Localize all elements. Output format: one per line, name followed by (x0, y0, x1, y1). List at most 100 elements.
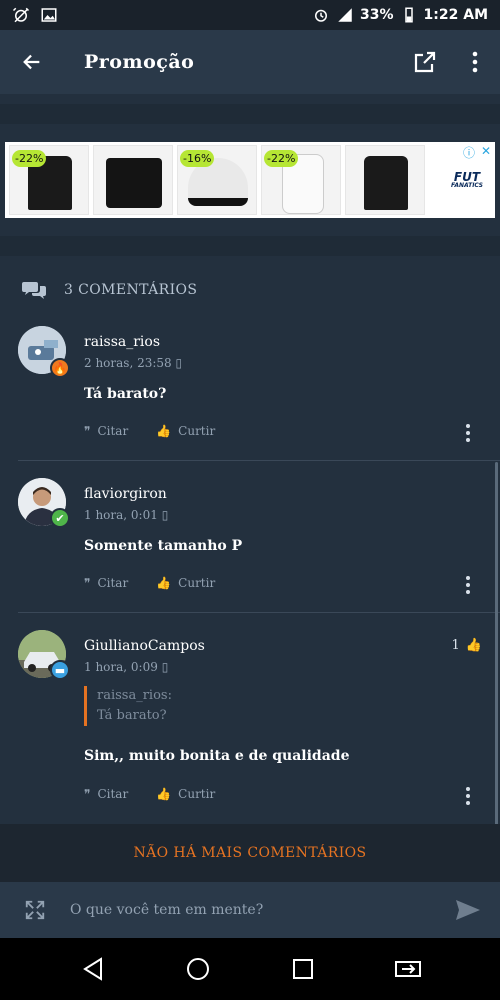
comment-text: Somente tamanho P (84, 538, 243, 554)
quote-icon: ❞ (84, 787, 91, 801)
nav-recents-button[interactable] (273, 939, 333, 999)
ad-logo-sub: FANATICS (451, 182, 483, 189)
switch-apps-icon (394, 961, 421, 977)
battery-text: 33% (360, 7, 394, 23)
signal-icon (338, 8, 352, 22)
quote-button[interactable]: ❞ Citar (84, 576, 128, 590)
ad-banner[interactable]: -22% -16% -22% FUT FANATICS ⓘ ✕ (5, 142, 495, 218)
quote-button[interactable]: ❞ Citar (84, 424, 128, 438)
like-label: Curtir (178, 576, 216, 590)
comment-time: 2 horas, 23:58 (84, 356, 172, 370)
like-button[interactable]: 👍 Curtir (156, 787, 215, 801)
status-bar: 33% 1:22 AM (0, 0, 500, 30)
like-button[interactable]: 👍 Curtir (156, 424, 215, 438)
open-external-button[interactable] (400, 30, 450, 94)
comment-input-bar: O que você tem em mente? (0, 882, 500, 938)
comment-username[interactable]: raissa_rios (84, 334, 160, 350)
quote-label: Citar (97, 424, 129, 438)
level-badge: 🔥 (50, 358, 70, 378)
mobile-icon: ▯ (175, 356, 183, 370)
comments-header: 3 COMENTÁRIOS (0, 270, 500, 310)
ad-product-jersey[interactable]: -22% (9, 145, 89, 215)
triangle-back-icon (82, 957, 102, 981)
overflow-menu-button[interactable] (450, 30, 500, 94)
comment-username[interactable]: GiullianoCampos (84, 638, 205, 654)
quote-label: Citar (97, 576, 129, 590)
battery-icon (404, 7, 413, 23)
comment-likes[interactable]: 1 👍 (452, 638, 482, 653)
quote-username: raissa_rios: (97, 688, 172, 703)
comment-meta: 1 hora, 0:01 ▯ (84, 508, 168, 522)
quote-button[interactable]: ❞ Citar (84, 787, 128, 801)
alarm-icon (315, 9, 328, 22)
square-recents-icon (292, 959, 313, 979)
send-button[interactable] (436, 899, 500, 921)
alarm-off-icon (12, 7, 30, 23)
circle-home-icon (186, 958, 209, 980)
divider (18, 460, 500, 461)
app-bar: Promoção (0, 30, 500, 94)
quoted-comment: raissa_rios: Tá barato? (84, 686, 172, 726)
nav-home-button[interactable] (168, 939, 228, 999)
thumbs-up-icon: 👍 (156, 576, 172, 590)
quote-text: Tá barato? (97, 708, 167, 723)
expand-icon (25, 900, 45, 920)
comment-more-button[interactable] (464, 576, 472, 594)
more-vert-icon (472, 51, 478, 73)
chat-badge: ▬ (50, 660, 70, 680)
arrow-left-icon (23, 54, 40, 70)
comments-count: 3 COMENTÁRIOS (64, 282, 198, 298)
comment-meta: 1 hora, 0:09 ▯ (84, 660, 168, 674)
quote-icon: ❞ (84, 576, 91, 590)
quote-icon: ❞ (84, 424, 91, 438)
send-icon (456, 900, 480, 920)
comment-actions: ❞ Citar 👍 Curtir (84, 787, 215, 801)
time-text: 1:22 AM (423, 7, 488, 23)
mobile-icon: ▯ (161, 508, 169, 522)
divider (0, 104, 500, 124)
ad-close-icon[interactable]: ✕ (481, 144, 491, 158)
mobile-icon: ▯ (161, 660, 169, 674)
no-more-comments: NÃO HÁ MAIS COMENTÁRIOS (0, 824, 500, 882)
like-label: Curtir (178, 787, 216, 801)
comment-more-button[interactable] (464, 787, 472, 805)
ad-product-bodysuit[interactable]: -22% (261, 145, 341, 215)
comment-actions: ❞ Citar 👍 Curtir (84, 576, 215, 590)
comment-meta: 2 horas, 23:58 ▯ (84, 356, 182, 370)
nav-back-button[interactable] (63, 939, 123, 999)
system-nav-bar (0, 938, 500, 1000)
open-external-icon (414, 51, 436, 73)
nav-switch-button[interactable] (378, 939, 438, 999)
divider (18, 612, 500, 613)
ad-product-cap[interactable]: -16% (177, 145, 257, 215)
comment-time: 1 hora, 0:01 (84, 508, 158, 522)
thumbs-up-icon: 👍 (465, 638, 482, 653)
comment-username[interactable]: flaviorgiron (84, 486, 167, 502)
image-icon (41, 8, 57, 22)
like-button[interactable]: 👍 Curtir (156, 576, 215, 590)
thumbs-up-icon: 👍 (156, 787, 172, 801)
comments-icon (22, 282, 46, 299)
verified-badge: ✔ (50, 508, 70, 528)
divider (0, 236, 500, 256)
back-button[interactable] (0, 30, 64, 94)
discount-badge: -22% (12, 150, 47, 167)
quote-label: Citar (97, 787, 129, 801)
like-label: Curtir (178, 424, 216, 438)
comment-text: Tá barato? (84, 386, 167, 402)
scrollbar[interactable] (495, 462, 498, 882)
page-title: Promoção (84, 51, 195, 73)
comment-text: Sim,, muito bonita e de qualidade (84, 748, 350, 764)
expand-button[interactable] (0, 899, 70, 921)
likes-count: 1 (451, 638, 460, 653)
comment-actions: ❞ Citar 👍 Curtir (84, 424, 215, 438)
discount-badge: -16% (180, 150, 215, 167)
ad-product-tshirt[interactable] (93, 145, 173, 215)
thumbs-up-icon: 👍 (156, 424, 172, 438)
ad-info-icon[interactable]: ⓘ (463, 144, 475, 161)
comment-more-button[interactable] (464, 424, 472, 442)
discount-badge: -22% (264, 150, 299, 167)
comment-input[interactable]: O que você tem em mente? (70, 882, 436, 938)
comment-time: 1 hora, 0:09 (84, 660, 158, 674)
ad-product-jersey-2[interactable] (345, 145, 425, 215)
